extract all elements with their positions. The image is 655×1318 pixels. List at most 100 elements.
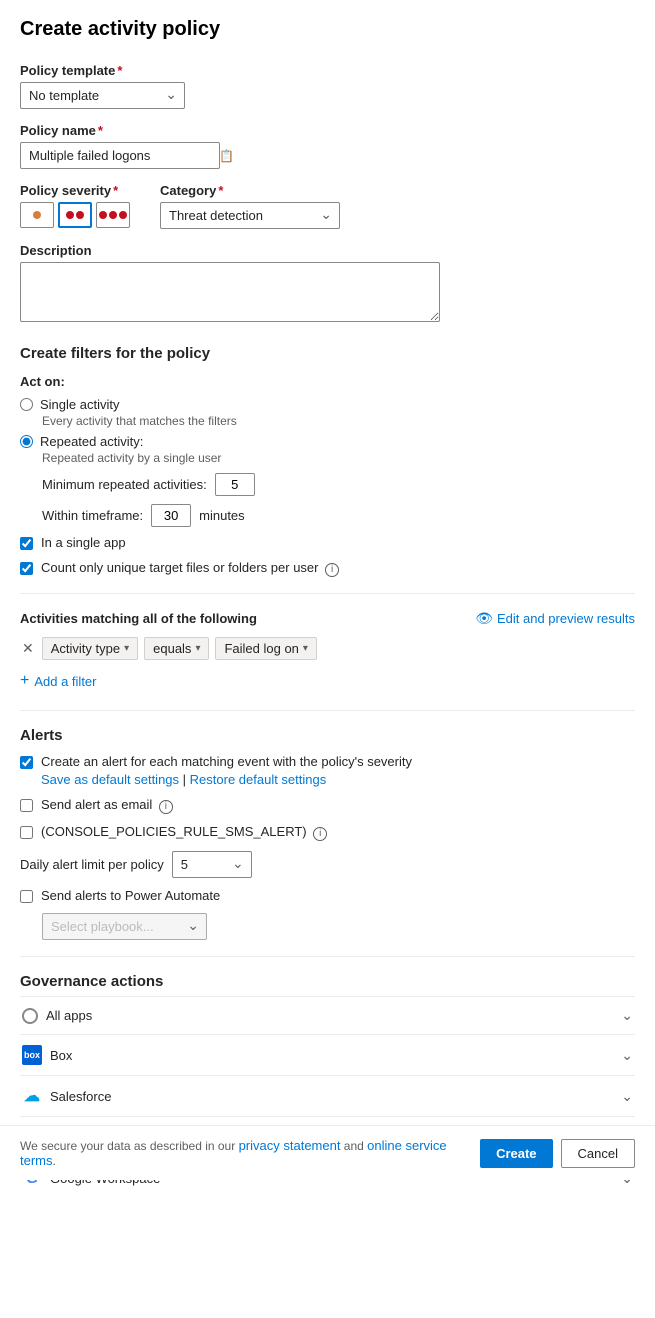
add-filter-button[interactable]: + Add a filter xyxy=(20,668,97,694)
governance-salesforce[interactable]: ☁ Salesforce ⌄ xyxy=(20,1075,635,1116)
filter-failed-logon-tag[interactable]: Failed log on ▾ xyxy=(215,637,316,660)
in-single-app-checkbox[interactable] xyxy=(20,537,33,550)
eye-icon: 👁 xyxy=(475,610,493,627)
repeated-activity-sublabel: Repeated activity by a single user xyxy=(42,451,635,465)
copy-icon[interactable]: 📋 xyxy=(213,145,240,167)
power-automate-label: Send alerts to Power Automate xyxy=(41,888,220,903)
box-name: Box xyxy=(50,1048,72,1063)
policy-name-wrapper[interactable]: 📋 xyxy=(20,142,220,169)
send-email-row: Send alert as email i xyxy=(20,797,635,814)
add-filter-label: Add a filter xyxy=(34,674,96,689)
governance-box[interactable]: box Box ⌄ xyxy=(20,1034,635,1075)
filter-activity-type-tag[interactable]: Activity type ▾ xyxy=(42,637,138,660)
privacy-statement-link[interactable]: privacy statement xyxy=(239,1138,341,1153)
category-select-wrapper[interactable]: Threat detection xyxy=(160,202,340,229)
activities-matching-header: Activities matching all of the following… xyxy=(20,610,635,627)
count-unique-label: Count only unique target files or folder… xyxy=(41,560,339,577)
severity-low-btn[interactable] xyxy=(20,202,54,228)
footer-bar: We secure your data as described in our … xyxy=(0,1125,655,1180)
severity-med-dot1 xyxy=(66,211,74,219)
filters-section-title: Create filters for the policy xyxy=(20,345,635,362)
severity-high-dot1 xyxy=(99,211,107,219)
salesforce-icon: ☁ xyxy=(22,1086,42,1106)
repeated-activity-group: Repeated activity: Repeated activity by … xyxy=(20,434,635,527)
playbook-select[interactable]: Select playbook... xyxy=(42,913,207,940)
severity-label: Policy severity* xyxy=(20,183,130,198)
governance-title: Governance actions xyxy=(20,973,635,990)
count-unique-checkbox[interactable] xyxy=(20,562,33,575)
single-activity-label: Single activity xyxy=(40,397,119,412)
allapps-chevron-icon: ⌄ xyxy=(621,1007,633,1024)
sms-alert-checkbox[interactable] xyxy=(20,826,33,839)
in-single-app-row: In a single app xyxy=(20,535,635,550)
severity-category-row: Policy severity* Category* xyxy=(20,183,635,243)
page-title: Create activity policy xyxy=(20,18,635,41)
power-automate-checkbox[interactable] xyxy=(20,890,33,903)
filter-equals-text: equals xyxy=(153,641,191,656)
sms-info-icon: i xyxy=(313,827,327,841)
divider-2 xyxy=(20,710,635,711)
send-email-label: Send alert as email i xyxy=(41,797,173,814)
daily-limit-select[interactable]: 5 10 25 50 100 xyxy=(172,851,252,878)
policy-template-select-wrapper[interactable]: No template xyxy=(20,82,185,109)
min-repeated-input[interactable] xyxy=(215,473,255,496)
governance-salesforce-left: ☁ Salesforce xyxy=(22,1086,111,1106)
failed-logon-chevron-icon: ▾ xyxy=(303,643,308,654)
sms-alert-row: (CONSOLE_POLICIES_RULE_SMS_ALERT) i xyxy=(20,824,635,841)
description-group: Description xyxy=(20,243,635,325)
count-unique-row: Count only unique target files or folder… xyxy=(20,560,635,577)
allapps-name: All apps xyxy=(46,1008,92,1023)
send-email-checkbox[interactable] xyxy=(20,799,33,812)
act-on-label: Act on: xyxy=(20,374,635,389)
filter-failed-logon-text: Failed log on xyxy=(224,641,298,656)
policy-name-input[interactable] xyxy=(21,143,213,168)
min-repeated-row: Minimum repeated activities: xyxy=(42,473,635,496)
governance-allapps-left: All apps xyxy=(22,1008,92,1024)
severity-high-dot3 xyxy=(119,211,127,219)
daily-limit-label: Daily alert limit per policy xyxy=(20,857,164,872)
filter-row: ✕ Activity type ▾ equals ▾ Failed log on… xyxy=(20,637,635,660)
single-activity-row[interactable]: Single activity xyxy=(20,397,635,412)
edit-preview-link[interactable]: 👁 Edit and preview results xyxy=(475,610,635,627)
divider-3 xyxy=(20,956,635,957)
repeated-activity-radio[interactable] xyxy=(20,435,33,448)
description-textarea[interactable] xyxy=(20,262,440,322)
minutes-label: minutes xyxy=(199,508,245,523)
policy-name-group: Policy name* 📋 xyxy=(20,123,635,169)
filter-remove-btn[interactable]: ✕ xyxy=(20,638,36,659)
policy-name-label: Policy name* xyxy=(20,123,635,138)
policy-template-select[interactable]: No template xyxy=(20,82,185,109)
severity-high-dot2 xyxy=(109,211,117,219)
create-button[interactable]: Create xyxy=(480,1139,552,1168)
save-default-link[interactable]: Save as default settings xyxy=(41,772,179,787)
box-icon: box xyxy=(22,1045,42,1065)
single-activity-radio[interactable] xyxy=(20,398,33,411)
send-email-info-icon: i xyxy=(159,800,173,814)
category-group: Category* Threat detection xyxy=(160,183,340,229)
filter-equals-tag[interactable]: equals ▾ xyxy=(144,637,209,660)
cancel-button[interactable]: Cancel xyxy=(561,1139,635,1168)
sms-alert-label: (CONSOLE_POLICIES_RULE_SMS_ALERT) i xyxy=(41,824,327,841)
power-automate-row: Send alerts to Power Automate xyxy=(20,888,635,903)
governance-box-left: box Box xyxy=(22,1045,72,1065)
equals-chevron-icon: ▾ xyxy=(195,643,200,654)
footer-actions: Create Cancel xyxy=(480,1139,635,1168)
select-playbook-wrapper[interactable]: Select playbook... xyxy=(42,913,635,940)
severity-buttons xyxy=(20,202,130,228)
box-chevron-icon: ⌄ xyxy=(621,1047,633,1064)
playbook-select-wrapper[interactable]: Select playbook... xyxy=(42,913,207,940)
severity-high-btn[interactable] xyxy=(96,202,130,228)
governance-allapps[interactable]: All apps ⌄ xyxy=(20,996,635,1034)
within-timeframe-label: Within timeframe: xyxy=(42,508,143,523)
policy-template-group: Policy template* No template xyxy=(20,63,635,109)
count-unique-info-icon: i xyxy=(325,563,339,577)
severity-medium-btn[interactable] xyxy=(58,202,92,228)
category-select[interactable]: Threat detection xyxy=(160,202,340,229)
create-alert-checkbox[interactable] xyxy=(20,756,33,769)
daily-limit-select-wrapper[interactable]: 5 10 25 50 100 xyxy=(172,851,252,878)
within-timeframe-row: Within timeframe: minutes xyxy=(42,504,635,527)
within-timeframe-input[interactable] xyxy=(151,504,191,527)
repeated-activity-row[interactable]: Repeated activity: xyxy=(20,434,635,449)
restore-default-link[interactable]: Restore default settings xyxy=(190,772,327,787)
salesforce-chevron-icon: ⌄ xyxy=(621,1088,633,1105)
